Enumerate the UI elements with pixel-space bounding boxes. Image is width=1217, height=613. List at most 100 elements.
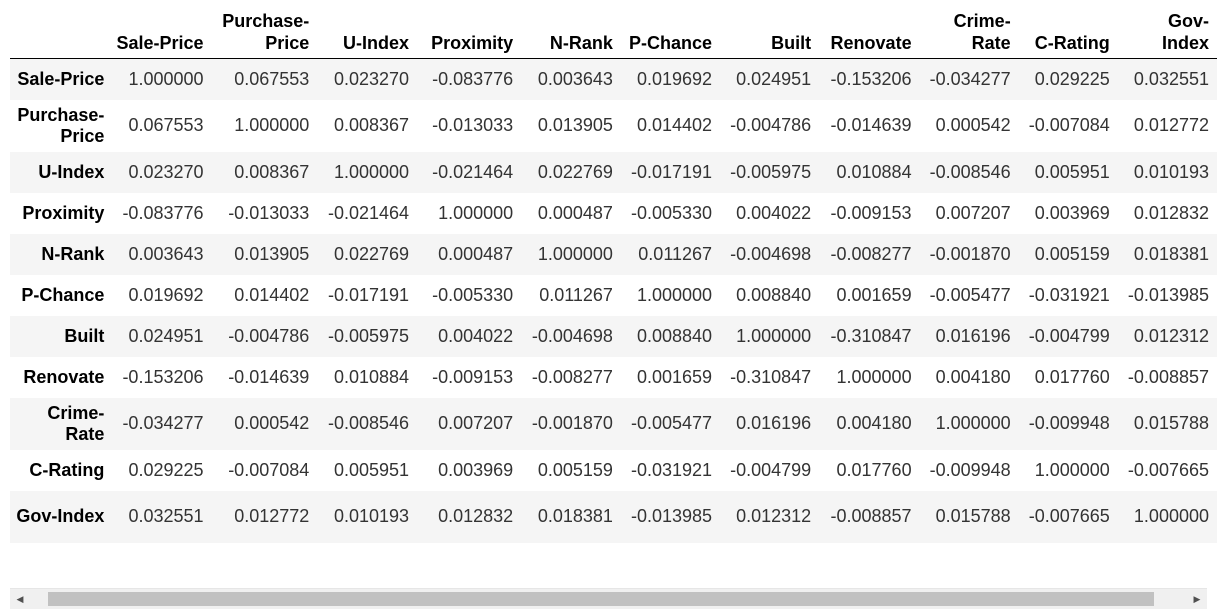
row-label: Built [64,325,105,346]
table-cell: 1.000000 [537,243,613,264]
table-cell: 0.012832 [1133,202,1209,223]
table-cell: -0.031921 [630,459,713,480]
table-cell: -0.009153 [830,202,912,223]
table-cell: -0.153206 [122,366,204,387]
index-header [10,0,113,59]
scroll-right-arrow[interactable]: ▶ [1187,589,1207,609]
table-cell: 0.005951 [333,459,410,480]
table-cell: -0.009948 [929,459,1011,480]
column-header: Proximity [417,0,522,59]
table-cell: -0.153206 [830,68,912,89]
table-cell: -0.013985 [630,506,713,526]
table-row: Sale-Price 1.000000 0.067553 0.023270 -0.083… [10,58,1217,100]
table-cell: 0.011267 [539,284,613,305]
scrollbar-thumb[interactable] [48,592,1154,606]
table-cell: 0.001659 [636,366,713,387]
table-cell: 1.000000 [736,325,812,346]
table-cell: 0.003969 [438,459,514,480]
table-cell: -0.005975 [730,161,812,182]
table-cell: -0.004786 [228,325,310,346]
column-header: U-Index [317,0,418,59]
table-cell: 0.004180 [935,366,1011,387]
table-cell: -0.008546 [929,161,1011,182]
table-cell: -0.008277 [830,243,912,264]
triangle-right-icon: ▶ [1193,593,1201,604]
table-cell: 0.032551 [128,506,204,526]
table-cell: -0.031921 [1028,284,1110,305]
table-row: Gov-Index 0.032551 0.012772 0.010193 0.01283… [10,490,1217,543]
table-cell: -0.034277 [929,68,1011,89]
table-cell: 0.029225 [128,459,204,480]
column-header: N-Rank [521,0,621,59]
table-cell: 0.004022 [736,202,812,223]
row-label: Purchase-Price [17,104,105,146]
column-header: C-Rating [1018,0,1118,59]
table-cell: -0.009948 [1028,413,1110,433]
column-header: Renovate [819,0,920,59]
table-cell: 0.016196 [935,325,1011,346]
header-row: Sale-Price Purchase-Price U-Index Proximity… [10,0,1217,59]
table-cell: -0.004786 [730,115,812,135]
table-cell: 1.000000 [935,413,1011,433]
table-cell: -0.005330 [630,202,713,223]
table-cell: -0.004698 [531,325,613,346]
table-row: Proximity -0.083776 -0.013033 -0.021464 1.00… [10,192,1217,234]
table-cell: 1.000000 [1133,506,1209,526]
table-cell: 0.010193 [333,506,410,526]
table-cell: 0.029225 [1034,68,1110,89]
table-cell: 0.004180 [836,413,912,433]
table-cell: -0.007084 [1028,115,1110,135]
table-cell: 0.010884 [333,366,410,387]
table-cell: -0.005477 [929,284,1011,305]
table-cell: 0.000542 [234,413,310,433]
table-cell: 0.000542 [935,115,1011,135]
table-row: P-Chance 0.019692 0.014402 -0.017191 -0.0053… [10,274,1217,316]
table-cell: 0.012312 [1133,325,1209,346]
table-cell: 1.000000 [234,115,310,135]
table-cell: 0.023270 [128,161,204,182]
table-cell: 1.000000 [1034,459,1110,480]
table-cell: 0.024951 [736,68,812,89]
table-cell: 0.008367 [333,115,410,135]
table-cell: -0.008546 [327,413,410,433]
horizontal-scrollbar[interactable]: ◀ ▶ [10,588,1207,609]
table-cell: -0.013985 [1127,284,1209,305]
table-cell: -0.005477 [630,413,713,433]
column-header: Gov-Index [1117,0,1217,59]
row-label: P-Chance [21,284,105,305]
table-cell: 0.003643 [537,68,613,89]
table-cell: 0.010193 [1133,161,1209,182]
table-cell: 0.000487 [537,202,613,223]
table-cell: -0.009153 [432,366,514,387]
table-cell: 0.014402 [234,284,310,305]
table-cell: -0.017191 [630,161,713,182]
table-header: Sale-Price Purchase-Price U-Index Proximity… [10,0,1217,59]
table-cell: 0.005951 [1034,161,1110,182]
table-cell: 0.004022 [438,325,514,346]
table-cell: 0.005159 [1034,243,1110,264]
table-cell: 0.010884 [836,161,912,182]
column-header: Crime-Rate [919,0,1019,59]
table-cell: -0.310847 [730,366,812,387]
table-cell: -0.004799 [1028,325,1110,346]
column-header: P-Chance [620,0,721,59]
table-cell: -0.007665 [1028,506,1110,526]
table-cell: -0.004698 [730,243,812,264]
table-cell: 0.001659 [836,284,912,305]
triangle-left-icon: ◀ [16,593,24,604]
row-label: Proximity [22,202,105,223]
column-header: Sale-Price [112,0,212,59]
table-cell: 1.000000 [333,161,410,182]
table-cell: -0.310847 [830,325,912,346]
table-cell: 0.012772 [1133,115,1209,135]
table-cell: 0.016196 [736,413,812,433]
table-cell: 0.015788 [1133,413,1209,433]
row-label: U-Index [38,161,105,182]
table-cell: 0.019692 [636,68,713,89]
table-cell: -0.083776 [432,68,514,89]
table-cell: 0.013905 [234,243,310,264]
table-cell: 0.023270 [333,68,410,89]
table-cell: 1.000000 [438,202,514,223]
table-cell: -0.013033 [432,115,514,135]
scroll-left-arrow[interactable]: ◀ [10,589,30,609]
